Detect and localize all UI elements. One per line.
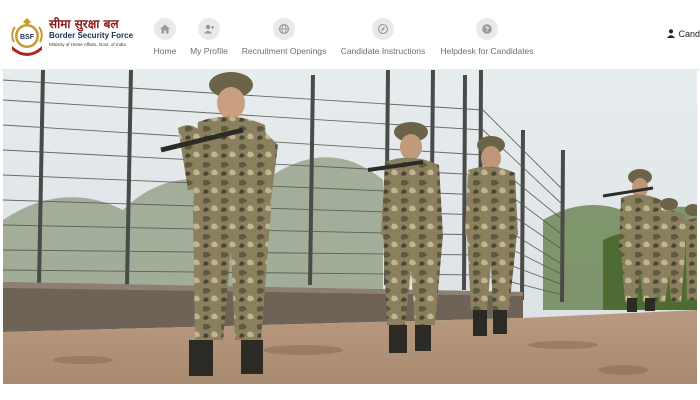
brand-name-hindi: सीमा सुरक्षा बल xyxy=(49,17,119,31)
user-label: Cand xyxy=(678,29,700,39)
question-icon: ? xyxy=(476,18,498,40)
brand-name-english: Border Security Force xyxy=(49,31,134,40)
nav-item-home[interactable]: Home xyxy=(145,18,185,56)
nav-item-helpdesk[interactable]: ? Helpdesk for Candidates xyxy=(437,18,537,56)
globe-icon xyxy=(273,18,295,40)
soldier-figure xyxy=(655,198,685,302)
nav-label-candidate-instructions: Candidate Instructions xyxy=(340,46,426,56)
nav-item-recruitment-openings[interactable]: Recruitment Openings xyxy=(213,18,355,56)
svg-text:?: ? xyxy=(485,27,489,34)
site-header: BSF सीमा सुरक्षा बल Border Security Forc… xyxy=(0,0,700,70)
brand-subtitle: Ministry of Home Affairs, Govt. of India xyxy=(49,42,126,47)
nav-label-recruitment-openings: Recruitment Openings xyxy=(241,46,327,56)
candidate-user-menu[interactable]: Cand xyxy=(667,29,700,39)
nav-item-candidate-instructions[interactable]: Candidate Instructions xyxy=(335,18,431,56)
nav-label-helpdesk: Helpdesk for Candidates xyxy=(440,46,534,56)
user-icon xyxy=(667,29,676,38)
page: BSF सीमा सुरक्षा बल Border Security Forc… xyxy=(0,0,700,400)
bsf-logo[interactable]: BSF सीमा सुरक्षा बल Border Security Forc… xyxy=(8,14,143,58)
soldiers-patrol-photo xyxy=(3,70,697,384)
bsf-emblem-icon: BSF xyxy=(11,18,43,56)
compass-icon xyxy=(372,18,394,40)
emblem-text: BSF xyxy=(20,34,35,41)
home-icon xyxy=(154,18,176,40)
hero-banner-photo xyxy=(3,70,697,384)
nav-label-home: Home xyxy=(153,46,177,56)
